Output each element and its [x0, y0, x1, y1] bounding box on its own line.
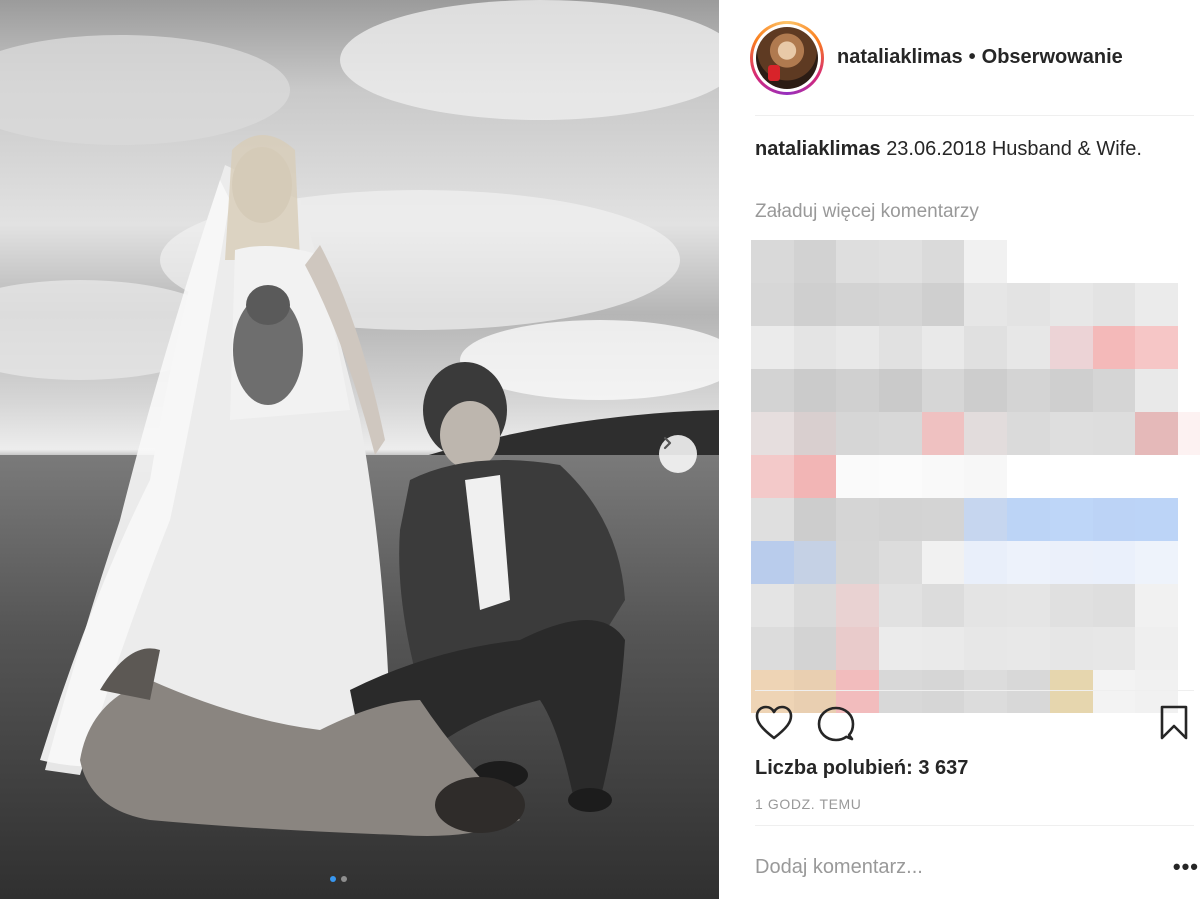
like-count[interactable]: Liczba polubień: 3 637 — [755, 757, 968, 780]
avatar[interactable] — [756, 26, 818, 89]
wedding-photo — [0, 0, 719, 899]
carousel-indicator — [330, 876, 347, 882]
add-comment-input[interactable] — [755, 855, 1135, 879]
like-button[interactable] — [755, 705, 793, 746]
post-caption: nataliaklimas 23.06.2018 Husband & Wife. — [755, 136, 1175, 163]
story-ring[interactable] — [750, 20, 824, 95]
post-sidebar: nataliaklimas • Obserwowanie nataliaklim… — [719, 0, 1200, 899]
more-options-button[interactable]: ••• — [1173, 854, 1199, 880]
caption-username[interactable]: nataliaklimas — [755, 138, 881, 160]
comments-divider — [755, 690, 1194, 691]
heart-icon — [755, 705, 793, 740]
action-bar — [755, 705, 1199, 745]
load-more-comments-link[interactable]: Załaduj więcej komentarzy — [755, 201, 979, 223]
post-timestamp[interactable]: 1 GODZ. TEMU — [755, 796, 862, 812]
bookmark-icon — [1160, 705, 1188, 740]
chevron-right-icon — [663, 436, 672, 450]
comment-button[interactable] — [817, 705, 855, 748]
pixelated-comments — [751, 240, 1200, 713]
post-header: nataliaklimas • Obserwowanie — [719, 0, 1200, 115]
post-photo[interactable] — [0, 0, 719, 899]
header-username[interactable]: nataliaklimas — [837, 46, 963, 69]
header-divider — [755, 115, 1194, 116]
following-button[interactable]: Obserwowanie — [982, 46, 1123, 69]
save-button[interactable] — [1159, 705, 1189, 746]
next-photo-button[interactable] — [659, 435, 697, 473]
add-comment-bar: ••• — [755, 852, 1199, 882]
comment-divider — [755, 825, 1194, 826]
comment-icon — [817, 706, 855, 742]
carousel-dot — [341, 876, 347, 882]
caption-text: 23.06.2018 Husband & Wife. — [886, 138, 1142, 160]
carousel-dot-active — [330, 876, 336, 882]
header-separator: • — [968, 46, 976, 68]
